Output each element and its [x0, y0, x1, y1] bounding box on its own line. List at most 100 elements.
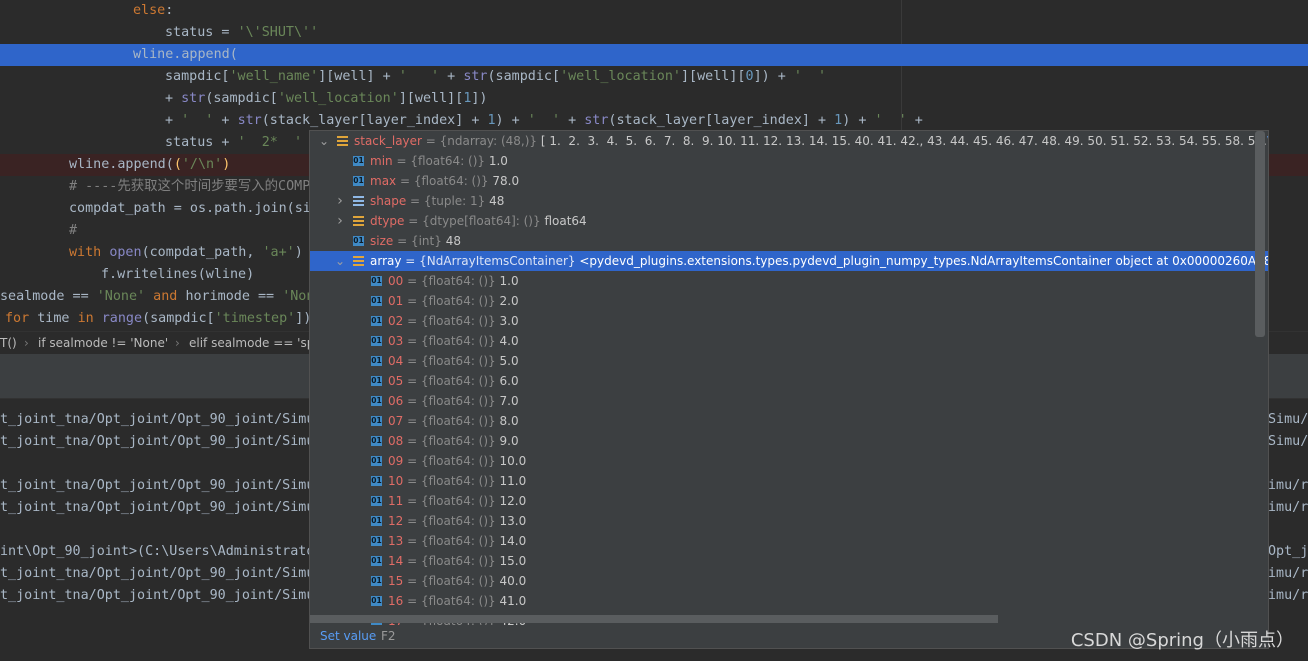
code-token: +	[560, 113, 585, 128]
chevron-right-icon[interactable]: ›	[335, 191, 345, 211]
tree-node-item[interactable]: 01 10 = {float64: ()} 11.0	[310, 471, 1268, 491]
popup-horizontal-scrollbar[interactable]	[310, 615, 998, 623]
console-line-overflow: imu/r	[1268, 478, 1308, 493]
tree-node-item[interactable]: 01 16 = {float64: ()} 41.0	[310, 591, 1268, 611]
value-text: 11.0	[499, 474, 527, 488]
tree-node-item[interactable]: 01 12 = {float64: ()} 13.0	[310, 511, 1268, 531]
tree-node-max[interactable]: 01 max = {float64: ()} 78.0	[310, 171, 1268, 191]
tree-node-item[interactable]: 01 06 = {float64: ()} 7.0	[310, 391, 1268, 411]
code-token: sampdic[	[165, 69, 230, 84]
code-line[interactable]: sampdic['well_name'][well] + ' ' + str(s…	[0, 66, 1308, 88]
tree-node-size[interactable]: 01 size = {int} 48	[310, 231, 1268, 251]
value-type: = {float64: ()}	[403, 454, 500, 468]
chevron-down-icon[interactable]: ⌄	[335, 251, 345, 271]
chevron-down-icon[interactable]: ⌄	[319, 131, 329, 151]
value-type: = {float64: ()}	[403, 594, 500, 608]
number-value-icon: 01	[353, 236, 364, 246]
value-text: 48	[489, 194, 505, 208]
tree-node-item[interactable]: 01 14 = {float64: ()} 15.0	[310, 551, 1268, 571]
value-type: = {float64: ()}	[403, 514, 500, 528]
console-line: t_joint_tna/Opt_joint/Opt_90_joint/Simu	[0, 500, 315, 515]
console-line: int\Opt_90_joint>(C:\Users\Administrato	[0, 544, 315, 559]
tree-node-array[interactable]: ⌄ array = {NdArrayItemsContainer} <pydevd…	[310, 251, 1268, 271]
tree-node-item[interactable]: 01 11 = {float64: ()} 12.0	[310, 491, 1268, 511]
value-text: 6.0	[499, 374, 519, 388]
code-token: with	[69, 245, 110, 260]
tree-node-item[interactable]: 01 07 = {float64: ()} 8.0	[310, 411, 1268, 431]
array-value-icon	[353, 256, 364, 266]
tree-node-item[interactable]: 01 08 = {float64: ()} 9.0	[310, 431, 1268, 451]
code-token: ' '	[527, 113, 561, 128]
code-token: +	[165, 113, 182, 128]
tree-node-shape[interactable]: › shape = {tuple: 1} 48	[310, 191, 1268, 211]
value-type: = {float64: ()}	[403, 474, 500, 488]
tree-node-item[interactable]: 01 13 = {float64: ()} 14.0	[310, 531, 1268, 551]
tree-node-item[interactable]: 01 05 = {float64: ()} 6.0	[310, 371, 1268, 391]
code-token: ) +	[842, 113, 875, 128]
tuple-value-icon	[353, 196, 364, 206]
tree-node-item[interactable]: 01 15 = {float64: ()} 40.0	[310, 571, 1268, 591]
code-token: :	[165, 3, 174, 18]
console-line-overflow: imu/r	[1268, 566, 1308, 581]
value-name: 02	[388, 314, 404, 328]
number-value-icon: 01	[371, 396, 382, 406]
value-name: 14	[388, 554, 404, 568]
value-type: = {float64: ()}	[396, 174, 493, 188]
value-text: [ 1. 2. 3. 4. 5. 6. 7. 8. 9. 10. 11. 12.…	[540, 134, 1267, 148]
tree-node-item[interactable]: 01 04 = {float64: ()} 5.0	[310, 351, 1268, 371]
tree-node-min[interactable]: 01 min = {float64: ()} 1.0	[310, 151, 1268, 171]
breadcrumb-item[interactable]: if sealmode != 'None'	[38, 332, 168, 354]
code-line[interactable]: + str(sampdic['well_location'][well][1])	[0, 88, 1308, 110]
value-name: 04	[388, 354, 404, 368]
view-as-array-link[interactable]: View as Array	[1267, 134, 1268, 148]
value-type: = {NdArrayItemsContainer}	[401, 254, 580, 268]
code-token: )	[294, 245, 303, 260]
value-name: dtype	[370, 214, 405, 228]
console-line-overflow: imu/r	[1268, 588, 1308, 603]
code-line[interactable]: wline.append(	[0, 44, 1308, 66]
value-name: 13	[388, 534, 404, 548]
number-value-icon: 01	[371, 576, 382, 586]
code-line[interactable]: else:	[0, 0, 1308, 22]
value-text: 9.0	[499, 434, 519, 448]
value-name: 10	[388, 474, 404, 488]
code-line[interactable]: + ' ' + str(stack_layer[layer_index] + 1…	[0, 110, 1308, 132]
tree-node-dtype[interactable]: › dtype = {dtype[float64]: ()} float64	[310, 211, 1268, 231]
code-line[interactable]: status = '\'SHUT\''	[0, 22, 1308, 44]
code-token: horimode ==	[185, 289, 283, 304]
number-value-icon: 01	[371, 316, 382, 326]
value-text: 13.0	[499, 514, 527, 528]
value-name: 12	[388, 514, 404, 528]
code-token: in	[77, 311, 102, 326]
console-line-overflow: Simu/	[1268, 412, 1308, 427]
code-token: +	[439, 69, 464, 84]
tree-node-item[interactable]: 01 09 = {float64: ()} 10.0	[310, 451, 1268, 471]
value-text: <pydevd_plugins.extensions.types.pydevd_…	[579, 254, 1269, 268]
value-name: 05	[388, 374, 404, 388]
tree-node-item[interactable]: 01 01 = {float64: ()} 2.0	[310, 291, 1268, 311]
popup-vertical-scrollbar[interactable]	[1255, 131, 1265, 337]
console-line: t_joint_tna/Opt_joint/Opt_90_joint/Simu	[0, 566, 315, 581]
breadcrumb-item[interactable]: T()	[0, 332, 17, 354]
chevron-right-icon[interactable]: ›	[335, 211, 345, 231]
tree-node-stack-layer[interactable]: ⌄ stack_layer = {ndarray: (48,)} [ 1. 2. …	[310, 131, 1268, 151]
code-token: 'well_name'	[229, 69, 319, 84]
value-text: 41.0	[499, 594, 527, 608]
breadcrumb-item[interactable]: elif sealmode == 'sp	[189, 332, 314, 354]
code-token: ][well][	[681, 69, 746, 84]
code-token: (compdat_path,	[141, 245, 263, 260]
code-token: range	[101, 311, 143, 326]
tree-node-item[interactable]: 01 00 = {float64: ()} 1.0	[310, 271, 1268, 291]
debugger-value-popup[interactable]: ⌄ stack_layer = {ndarray: (48,)} [ 1. 2. …	[309, 130, 1269, 649]
set-value-link[interactable]: Set value	[320, 625, 376, 648]
code-token: and	[145, 289, 186, 304]
value-type: = {float64: ()}	[403, 394, 500, 408]
tree-node-item[interactable]: 01 02 = {float64: ()} 3.0	[310, 311, 1268, 331]
code-token: ' '	[181, 113, 214, 128]
value-text: 4.0	[499, 334, 519, 348]
code-token: +	[165, 91, 182, 106]
number-value-icon: 01	[371, 556, 382, 566]
tree-node-item[interactable]: 01 03 = {float64: ()} 4.0	[310, 331, 1268, 351]
value-type: = {float64: ()}	[403, 494, 500, 508]
value-text: 10.0	[499, 454, 527, 468]
